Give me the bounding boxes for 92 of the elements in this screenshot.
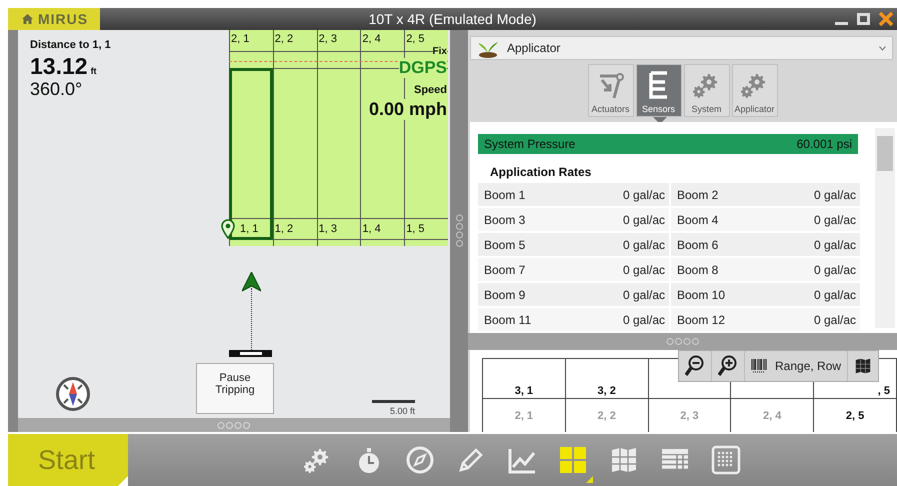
logo-text: MIRUS [38, 11, 88, 27]
field-column[interactable]: 2, 3 1, 3 [316, 30, 360, 246]
boom-label: Boom 10 [677, 288, 726, 302]
boom-label: Boom 8 [677, 262, 718, 276]
close-icon [879, 12, 893, 26]
boom-label: Boom 5 [484, 238, 526, 252]
boom-label: Boom 12 [677, 312, 726, 326]
boom-rate: 0 gal/ac [622, 212, 665, 226]
pause-tripping-button[interactable]: Pause Tripping [196, 363, 274, 414]
grid-cell-label[interactable]: 3, 1 [514, 385, 534, 397]
map-icon [609, 445, 639, 475]
device-dropdown[interactable]: Applicator [470, 36, 893, 60]
boom-rate: 0 gal/ac [814, 262, 856, 276]
distance-label: Distance to 1, 1 [30, 39, 111, 51]
grid-label: 2, 4 [361, 30, 404, 52]
section-heading: Application Rates [490, 165, 592, 180]
grid-label: 2, 1 [230, 30, 273, 52]
keypad-button[interactable] [711, 445, 741, 475]
fix-label: Fix [432, 46, 447, 57]
grid-label: 1, 3 [318, 223, 337, 235]
grid-label: 2, 3 [318, 30, 360, 52]
grid-label: 1, 2 [274, 223, 294, 235]
maximize-button[interactable] [857, 10, 870, 28]
speed-value: 0.00 mph [368, 99, 447, 120]
map-view-button[interactable] [848, 351, 878, 381]
implement-bar [229, 350, 272, 357]
distance-unit: ft [90, 66, 97, 76]
boom-label: Boom 1 [484, 188, 526, 202]
boom-rate: 0 gal/ac [622, 288, 665, 302]
grid-label: 2, 2 [274, 30, 317, 52]
grid-cell-label[interactable]: 2, 5 [846, 410, 864, 422]
boom-rate: 0 gal/ac [622, 312, 665, 326]
scale-label: 5.00 ft [390, 406, 415, 416]
boom-label: Boom 3 [484, 212, 526, 226]
boom-rate: 0 gal/ac [622, 238, 665, 252]
tiles-icon [558, 445, 588, 475]
pressure-label: System Pressure [484, 137, 576, 152]
distance-value: 13.12 [30, 54, 88, 78]
app-logo[interactable]: MIRUS [8, 8, 100, 30]
field-column[interactable]: 2, 2 1, 2 [272, 30, 317, 246]
window-title: 10T x 4R (Emulated Mode) [368, 11, 536, 27]
boom-rate: 0 gal/ac [814, 212, 856, 226]
tab[interactable]: Actuators [588, 64, 634, 117]
grid-cell-label[interactable]: , 5 [878, 385, 890, 397]
minimize-icon [835, 22, 848, 24]
location-pin-icon [221, 219, 235, 239]
range-row-button[interactable]: Range, Row [745, 351, 848, 381]
map-button[interactable] [609, 445, 639, 475]
grid-label: 1, 1 [240, 223, 258, 235]
grid-label: 1, 4 [362, 223, 381, 235]
vehicle-arrow-icon [242, 272, 261, 292]
dropdown-value: Applicator [507, 41, 560, 55]
compass-button[interactable] [405, 445, 435, 475]
boom-rate: 0 gal/ac [622, 188, 665, 202]
maximize-icon [857, 12, 870, 26]
zoom-out-icon [685, 355, 705, 377]
boom-label: Boom 7 [484, 262, 526, 276]
guidance-line [251, 288, 252, 350]
boom-rate: 0 gal/ac [814, 288, 856, 302]
scale-bar [372, 400, 415, 403]
home-icon [22, 14, 33, 24]
boom-rate: 0 gal/ac [814, 188, 856, 202]
boom-label: Boom 9 [484, 288, 526, 302]
grid-cell-label[interactable]: 3, 2 [597, 385, 616, 397]
pressure-value: 60.001 psi [796, 137, 852, 152]
boom-rate: 0 gal/ac [622, 262, 665, 276]
keypad-icon [711, 445, 741, 475]
resize-handle[interactable] [456, 214, 462, 248]
barcode-icon [751, 358, 767, 374]
tab[interactable]: Applicator [732, 64, 778, 117]
scrollbar[interactable] [875, 128, 895, 328]
zoom-in-icon [718, 355, 738, 377]
boom-label: Boom 4 [677, 212, 718, 226]
fix-value: DGPS [398, 58, 447, 78]
boom-rate: 0 gal/ac [814, 238, 856, 252]
heading-value: 360.0° [30, 78, 84, 100]
boom-label: Boom 6 [677, 238, 718, 252]
grid-label: 1, 5 [406, 223, 425, 235]
resize-handle[interactable] [666, 338, 700, 345]
zoom-in-button[interactable] [712, 351, 744, 381]
zoom-out-button[interactable] [679, 351, 711, 381]
boom-label: Boom 11 [484, 312, 532, 326]
close-button[interactable] [879, 10, 893, 28]
speed-label: Speed [414, 84, 447, 96]
dropdown-caret-icon [879, 46, 886, 51]
boom-rate: 0 gal/ac [814, 312, 856, 326]
boom-label: Boom 2 [677, 188, 718, 202]
map-icon [854, 357, 872, 375]
compass-icon [405, 445, 435, 475]
compass-icon[interactable] [55, 376, 91, 412]
tab[interactable]: System [684, 64, 730, 117]
resize-handle[interactable] [217, 422, 251, 428]
